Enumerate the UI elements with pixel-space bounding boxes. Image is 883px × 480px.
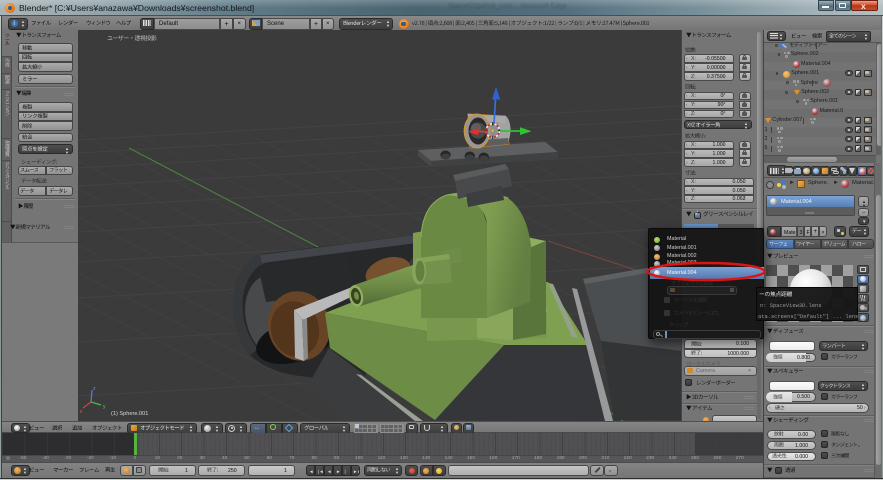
svg-text:y: y (103, 404, 106, 410)
svg-text:x: x (80, 409, 83, 415)
svg-text:z: z (93, 386, 96, 392)
